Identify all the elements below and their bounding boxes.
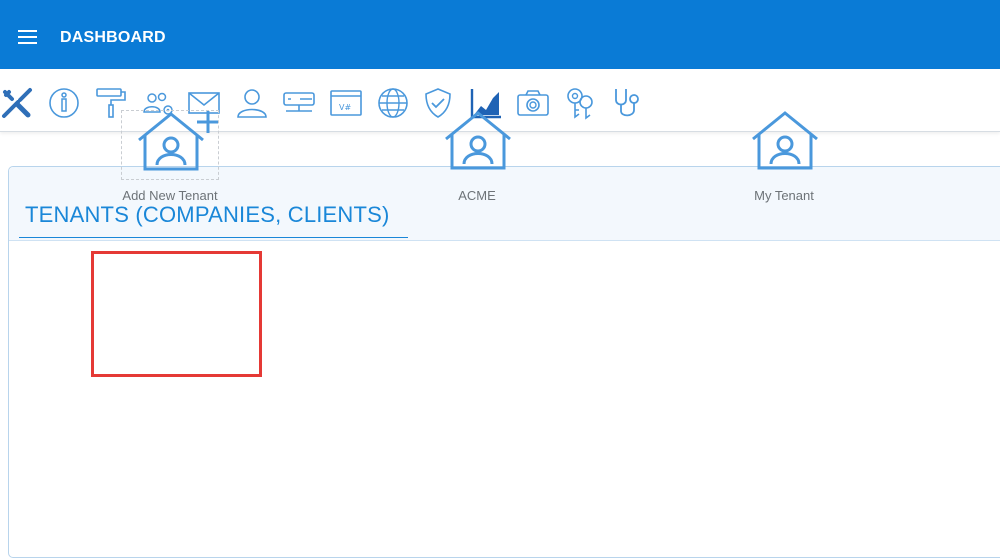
info-icon[interactable]: [47, 86, 81, 120]
highlight-box: [91, 251, 262, 377]
hamburger-menu-icon[interactable]: [18, 30, 37, 46]
tenant-house-icon: [429, 110, 525, 180]
tile-label: My Tenant: [754, 188, 814, 203]
tenant-tile-my-tenant[interactable]: My Tenant: [704, 110, 864, 203]
tile-label: ACME: [458, 188, 496, 203]
panel-title: TENANTS (COMPANIES, CLIENTS): [25, 202, 390, 227]
tenant-house-icon: [736, 110, 832, 180]
tenant-tile-acme[interactable]: ACME: [397, 110, 557, 203]
tile-label: Add New Tenant: [122, 188, 218, 203]
top-bar: DASHBOARD: [0, 0, 1000, 69]
stethoscope-icon[interactable]: [610, 86, 644, 120]
add-new-tenant-tile[interactable]: Add New Tenant: [90, 110, 250, 203]
tools-icon[interactable]: [0, 86, 34, 120]
add-tenant-icon: [121, 110, 219, 180]
svg-text:V#: V#: [339, 103, 351, 112]
server-icon[interactable]: [282, 86, 316, 120]
keys-icon[interactable]: [563, 86, 597, 120]
panel-title-underline: [19, 237, 408, 238]
code-window-icon[interactable]: V#: [329, 86, 363, 120]
page-title: DASHBOARD: [60, 29, 166, 46]
